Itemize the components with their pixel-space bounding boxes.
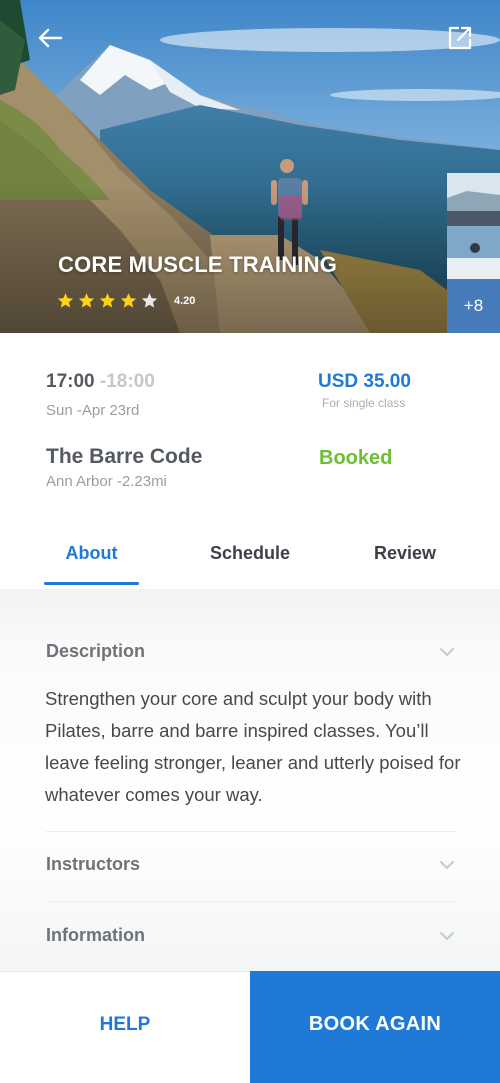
studio-name[interactable]: The Barre Code	[46, 445, 202, 469]
arrow-left-icon	[38, 28, 63, 48]
section-title: Information	[46, 925, 145, 945]
divider	[46, 831, 456, 832]
section-description-header[interactable]: Description	[46, 641, 456, 671]
section-instructors-header[interactable]: Instructors	[46, 854, 456, 884]
class-time: 17:00 -18:00	[46, 371, 155, 393]
tab-schedule[interactable]: Schedule	[200, 543, 300, 564]
class-price: USD 35.00	[318, 371, 411, 392]
help-button[interactable]: HELP	[0, 971, 250, 1083]
section-information-header[interactable]: Information	[46, 925, 456, 955]
chevron-down-icon	[440, 861, 454, 869]
star-filled-icon	[78, 293, 95, 308]
share-button[interactable]	[440, 18, 480, 58]
external-link-icon	[448, 26, 472, 50]
chevron-down-icon	[440, 648, 454, 656]
section-title: Instructors	[46, 854, 141, 874]
gallery-thumbnail[interactable]	[447, 173, 500, 226]
chevron-down-icon	[440, 932, 454, 940]
tab-review[interactable]: Review	[365, 543, 445, 564]
tab-bar: About Schedule Review	[0, 543, 500, 589]
star-filled-icon	[57, 293, 74, 308]
back-button[interactable]	[30, 18, 70, 58]
book-again-button[interactable]: BOOK AGAIN	[250, 971, 500, 1083]
star-filled-icon	[120, 293, 137, 308]
star-empty-icon	[141, 293, 158, 308]
active-tab-indicator	[44, 582, 139, 585]
star-filled-icon	[99, 293, 116, 308]
class-title: CORE MUSCLE TRAINING	[58, 252, 337, 277]
booking-status: Booked	[319, 447, 393, 469]
hero-image	[0, 0, 500, 333]
price-note: For single class	[322, 396, 406, 410]
time-start: 17:00	[46, 371, 95, 392]
class-date: Sun -Apr 23rd	[46, 402, 140, 419]
hero-banner: CORE MUSCLE TRAINING 4.20 +8	[0, 0, 500, 333]
time-end: -18:00	[99, 371, 155, 392]
gallery-thumbnail[interactable]	[447, 226, 500, 279]
rating-value: 4.20	[174, 294, 196, 307]
rating: 4.20	[57, 292, 195, 309]
divider	[46, 901, 456, 902]
description-text: Strengthen your core and sculpt your bod…	[45, 688, 461, 805]
photo-gallery[interactable]: +8	[447, 173, 500, 333]
section-title: Description	[46, 641, 146, 661]
studio-location: Ann Arbor -2.23mi	[46, 473, 167, 490]
tab-about[interactable]: About	[44, 543, 139, 564]
more-photos-count[interactable]: +8	[447, 279, 500, 333]
